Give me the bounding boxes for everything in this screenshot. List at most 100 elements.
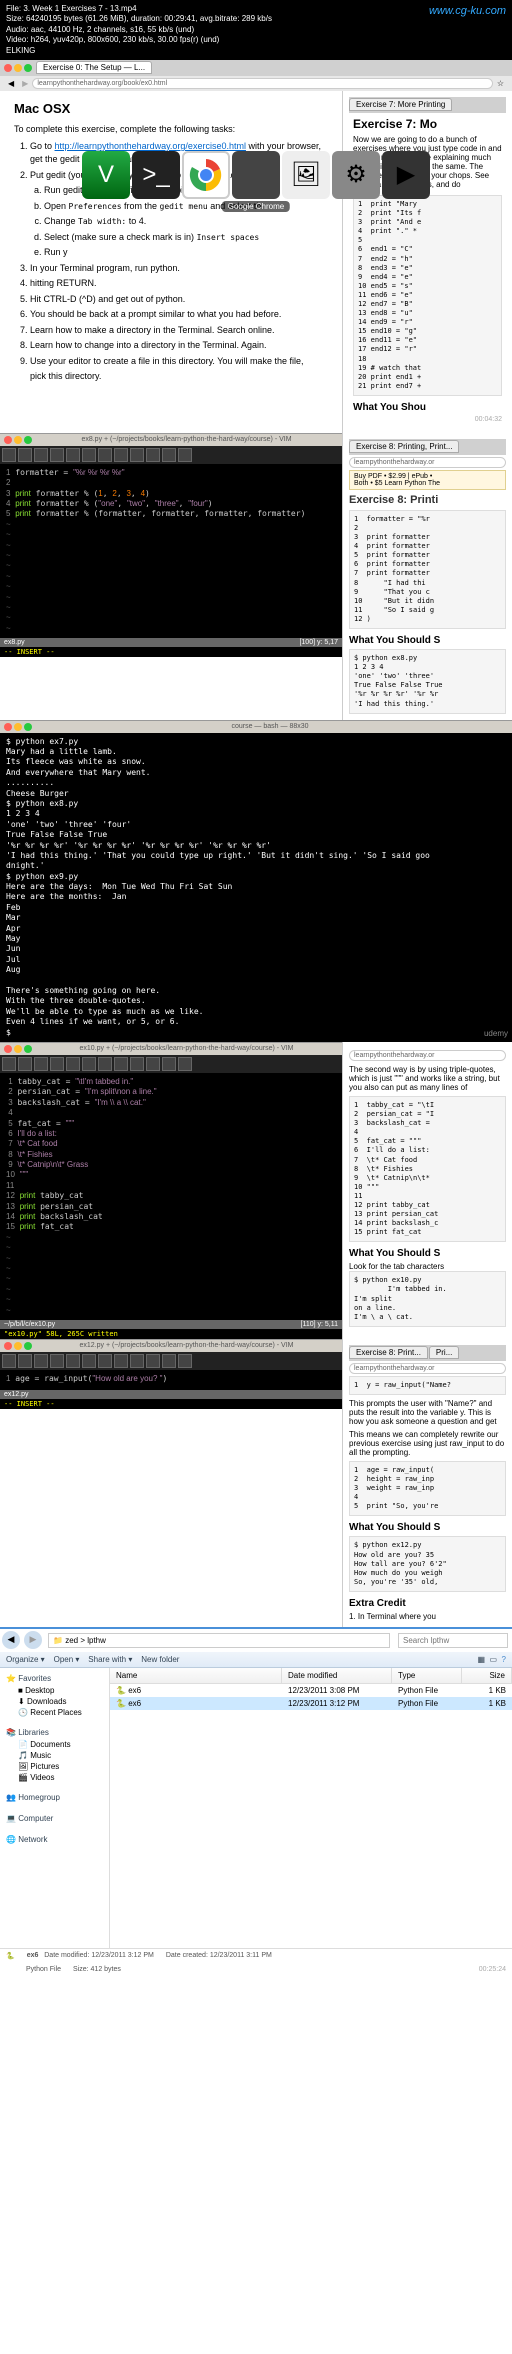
search-input[interactable]	[398, 1633, 508, 1648]
close-icon[interactable]	[4, 64, 12, 72]
tb-icon[interactable]	[2, 1057, 16, 1071]
tb-icon[interactable]	[50, 1057, 64, 1071]
homegroup-heading[interactable]: 👥 Homegroup	[2, 1791, 107, 1804]
url-input-ex8[interactable]: learnpythonthehardway.or	[349, 457, 506, 468]
minimize-icon[interactable]	[14, 436, 22, 444]
close-icon[interactable]	[4, 723, 12, 731]
network-heading[interactable]: 🌐 Network	[2, 1833, 107, 1846]
tb-icon[interactable]	[50, 1354, 64, 1368]
tb-icon[interactable]	[146, 448, 160, 462]
sidebar-pictures[interactable]: 🖼 Pictures	[2, 1761, 107, 1772]
libraries-heading[interactable]: 📚 Libraries	[2, 1726, 107, 1739]
tb-icon[interactable]	[178, 448, 192, 462]
terminal-output[interactable]: $ python ex7.py Mary had a little lamb. …	[0, 733, 512, 1042]
breadcrumb[interactable]: 📁 zed > lpthw	[48, 1633, 390, 1648]
sidebar-videos[interactable]: 🎬 Videos	[2, 1772, 107, 1783]
view-icon[interactable]: ▦	[478, 1655, 486, 1664]
vim-editor-1[interactable]: 1 formatter = "%r %r %r %r" 2 3 print fo…	[0, 464, 342, 638]
sidebar-downloads[interactable]: ⬇ Downloads	[2, 1696, 107, 1707]
tab-ex8b[interactable]: Exercise 8: Print...	[349, 1346, 428, 1359]
exercise0-link[interactable]: http://learnpythonthehardway.org/exercis…	[55, 141, 246, 151]
terminal-app-icon[interactable]: >_	[132, 151, 180, 199]
tb-icon[interactable]	[146, 1057, 160, 1071]
col-type[interactable]: Type	[392, 1668, 462, 1683]
tb-icon[interactable]	[66, 1057, 80, 1071]
sidebar-recent[interactable]: 🕓 Recent Places	[2, 1707, 107, 1718]
forward-button[interactable]: ▶	[24, 1631, 42, 1649]
col-size[interactable]: Size	[462, 1668, 512, 1683]
tb-icon[interactable]	[2, 1354, 16, 1368]
tb-icon[interactable]	[130, 1057, 144, 1071]
tab-pri[interactable]: Pri...	[429, 1346, 459, 1359]
tb-icon[interactable]	[98, 1057, 112, 1071]
tb-icon[interactable]	[82, 1057, 96, 1071]
tab-ex8[interactable]: Exercise 8: Printing, Print...	[349, 440, 459, 453]
forward-icon[interactable]: ▶	[18, 79, 32, 88]
tb-icon[interactable]	[66, 1354, 80, 1368]
tb-icon[interactable]	[34, 448, 48, 462]
open-menu[interactable]: Open ▾	[54, 1655, 80, 1664]
tb-icon[interactable]	[178, 1354, 192, 1368]
tb-icon[interactable]	[114, 1354, 128, 1368]
url-input-ex10[interactable]: learnpythonthehardway.or	[349, 1050, 506, 1061]
minimize-icon[interactable]	[14, 723, 22, 731]
preview-app-icon[interactable]: 🖼	[282, 151, 330, 199]
minimize-icon[interactable]	[14, 1342, 22, 1350]
zoom-icon[interactable]	[24, 436, 32, 444]
tb-icon[interactable]	[130, 448, 144, 462]
new-folder-button[interactable]: New folder	[141, 1655, 179, 1664]
chrome-app-icon[interactable]	[182, 151, 230, 199]
tb-icon[interactable]	[130, 1354, 144, 1368]
tb-icon[interactable]	[82, 448, 96, 462]
tb-icon[interactable]	[162, 1057, 176, 1071]
tb-icon[interactable]	[18, 1057, 32, 1071]
col-name[interactable]: Name	[110, 1668, 282, 1683]
sidebar-desktop[interactable]: ■ Desktop	[2, 1685, 107, 1696]
tb-icon[interactable]	[98, 1354, 112, 1368]
tb-icon[interactable]	[50, 448, 64, 462]
settings-app-icon[interactable]: ⚙	[332, 151, 380, 199]
close-icon[interactable]	[4, 1045, 12, 1053]
vim-app-icon[interactable]: V	[82, 151, 130, 199]
tb-icon[interactable]	[66, 448, 80, 462]
tb-icon[interactable]	[178, 1057, 192, 1071]
tb-icon[interactable]	[114, 1057, 128, 1071]
tab-ex7[interactable]: Exercise 7: More Printing	[349, 98, 452, 111]
organize-menu[interactable]: Organize ▾	[6, 1655, 45, 1664]
tb-icon[interactable]	[18, 1354, 32, 1368]
tb-icon[interactable]	[146, 1354, 160, 1368]
favorites-heading[interactable]: ⭐ Favorites	[2, 1672, 107, 1685]
app-icon-4[interactable]	[232, 151, 280, 199]
zoom-icon[interactable]	[24, 1342, 32, 1350]
col-date[interactable]: Date modified	[282, 1668, 392, 1683]
zoom-icon[interactable]	[24, 64, 32, 72]
file-row-selected[interactable]: 🐍 ex6 12/23/2011 3:12 PM Python File 1 K…	[110, 1697, 512, 1710]
tb-icon[interactable]	[162, 448, 176, 462]
sidebar-documents[interactable]: 📄 Documents	[2, 1739, 107, 1750]
vim-editor-2[interactable]: 1 tabby_cat = "\tI'm tabbed in." 2 persi…	[0, 1073, 342, 1320]
zoom-icon[interactable]	[24, 1045, 32, 1053]
help-icon[interactable]: ?	[502, 1655, 506, 1664]
tb-icon[interactable]	[114, 448, 128, 462]
url-input-ex12[interactable]: learnpythonthehardway.or	[349, 1363, 506, 1374]
sidebar-music[interactable]: 🎵 Music	[2, 1750, 107, 1761]
tb-icon[interactable]	[98, 448, 112, 462]
minimize-icon[interactable]	[14, 1045, 22, 1053]
minimize-icon[interactable]	[14, 64, 22, 72]
url-input[interactable]: learnpythonthehardway.org/book/ex0.html	[32, 78, 493, 89]
tb-icon[interactable]	[18, 448, 32, 462]
preview-icon[interactable]: ▭	[490, 1655, 498, 1664]
close-icon[interactable]	[4, 1342, 12, 1350]
file-row[interactable]: 🐍 ex6 12/23/2011 3:08 PM Python File 1 K…	[110, 1684, 512, 1697]
vim-editor-3[interactable]: 1 age = raw_input("How old are you? ")	[0, 1370, 342, 1390]
app-icon-7[interactable]: ▶	[382, 151, 430, 199]
computer-heading[interactable]: 💻 Computer	[2, 1812, 107, 1825]
tb-icon[interactable]	[2, 448, 16, 462]
zoom-icon[interactable]	[24, 723, 32, 731]
close-icon[interactable]	[4, 436, 12, 444]
tb-icon[interactable]	[162, 1354, 176, 1368]
bookmark-icon[interactable]: ☆	[493, 79, 508, 88]
tb-icon[interactable]	[82, 1354, 96, 1368]
tb-icon[interactable]	[34, 1057, 48, 1071]
share-menu[interactable]: Share with ▾	[88, 1655, 132, 1664]
